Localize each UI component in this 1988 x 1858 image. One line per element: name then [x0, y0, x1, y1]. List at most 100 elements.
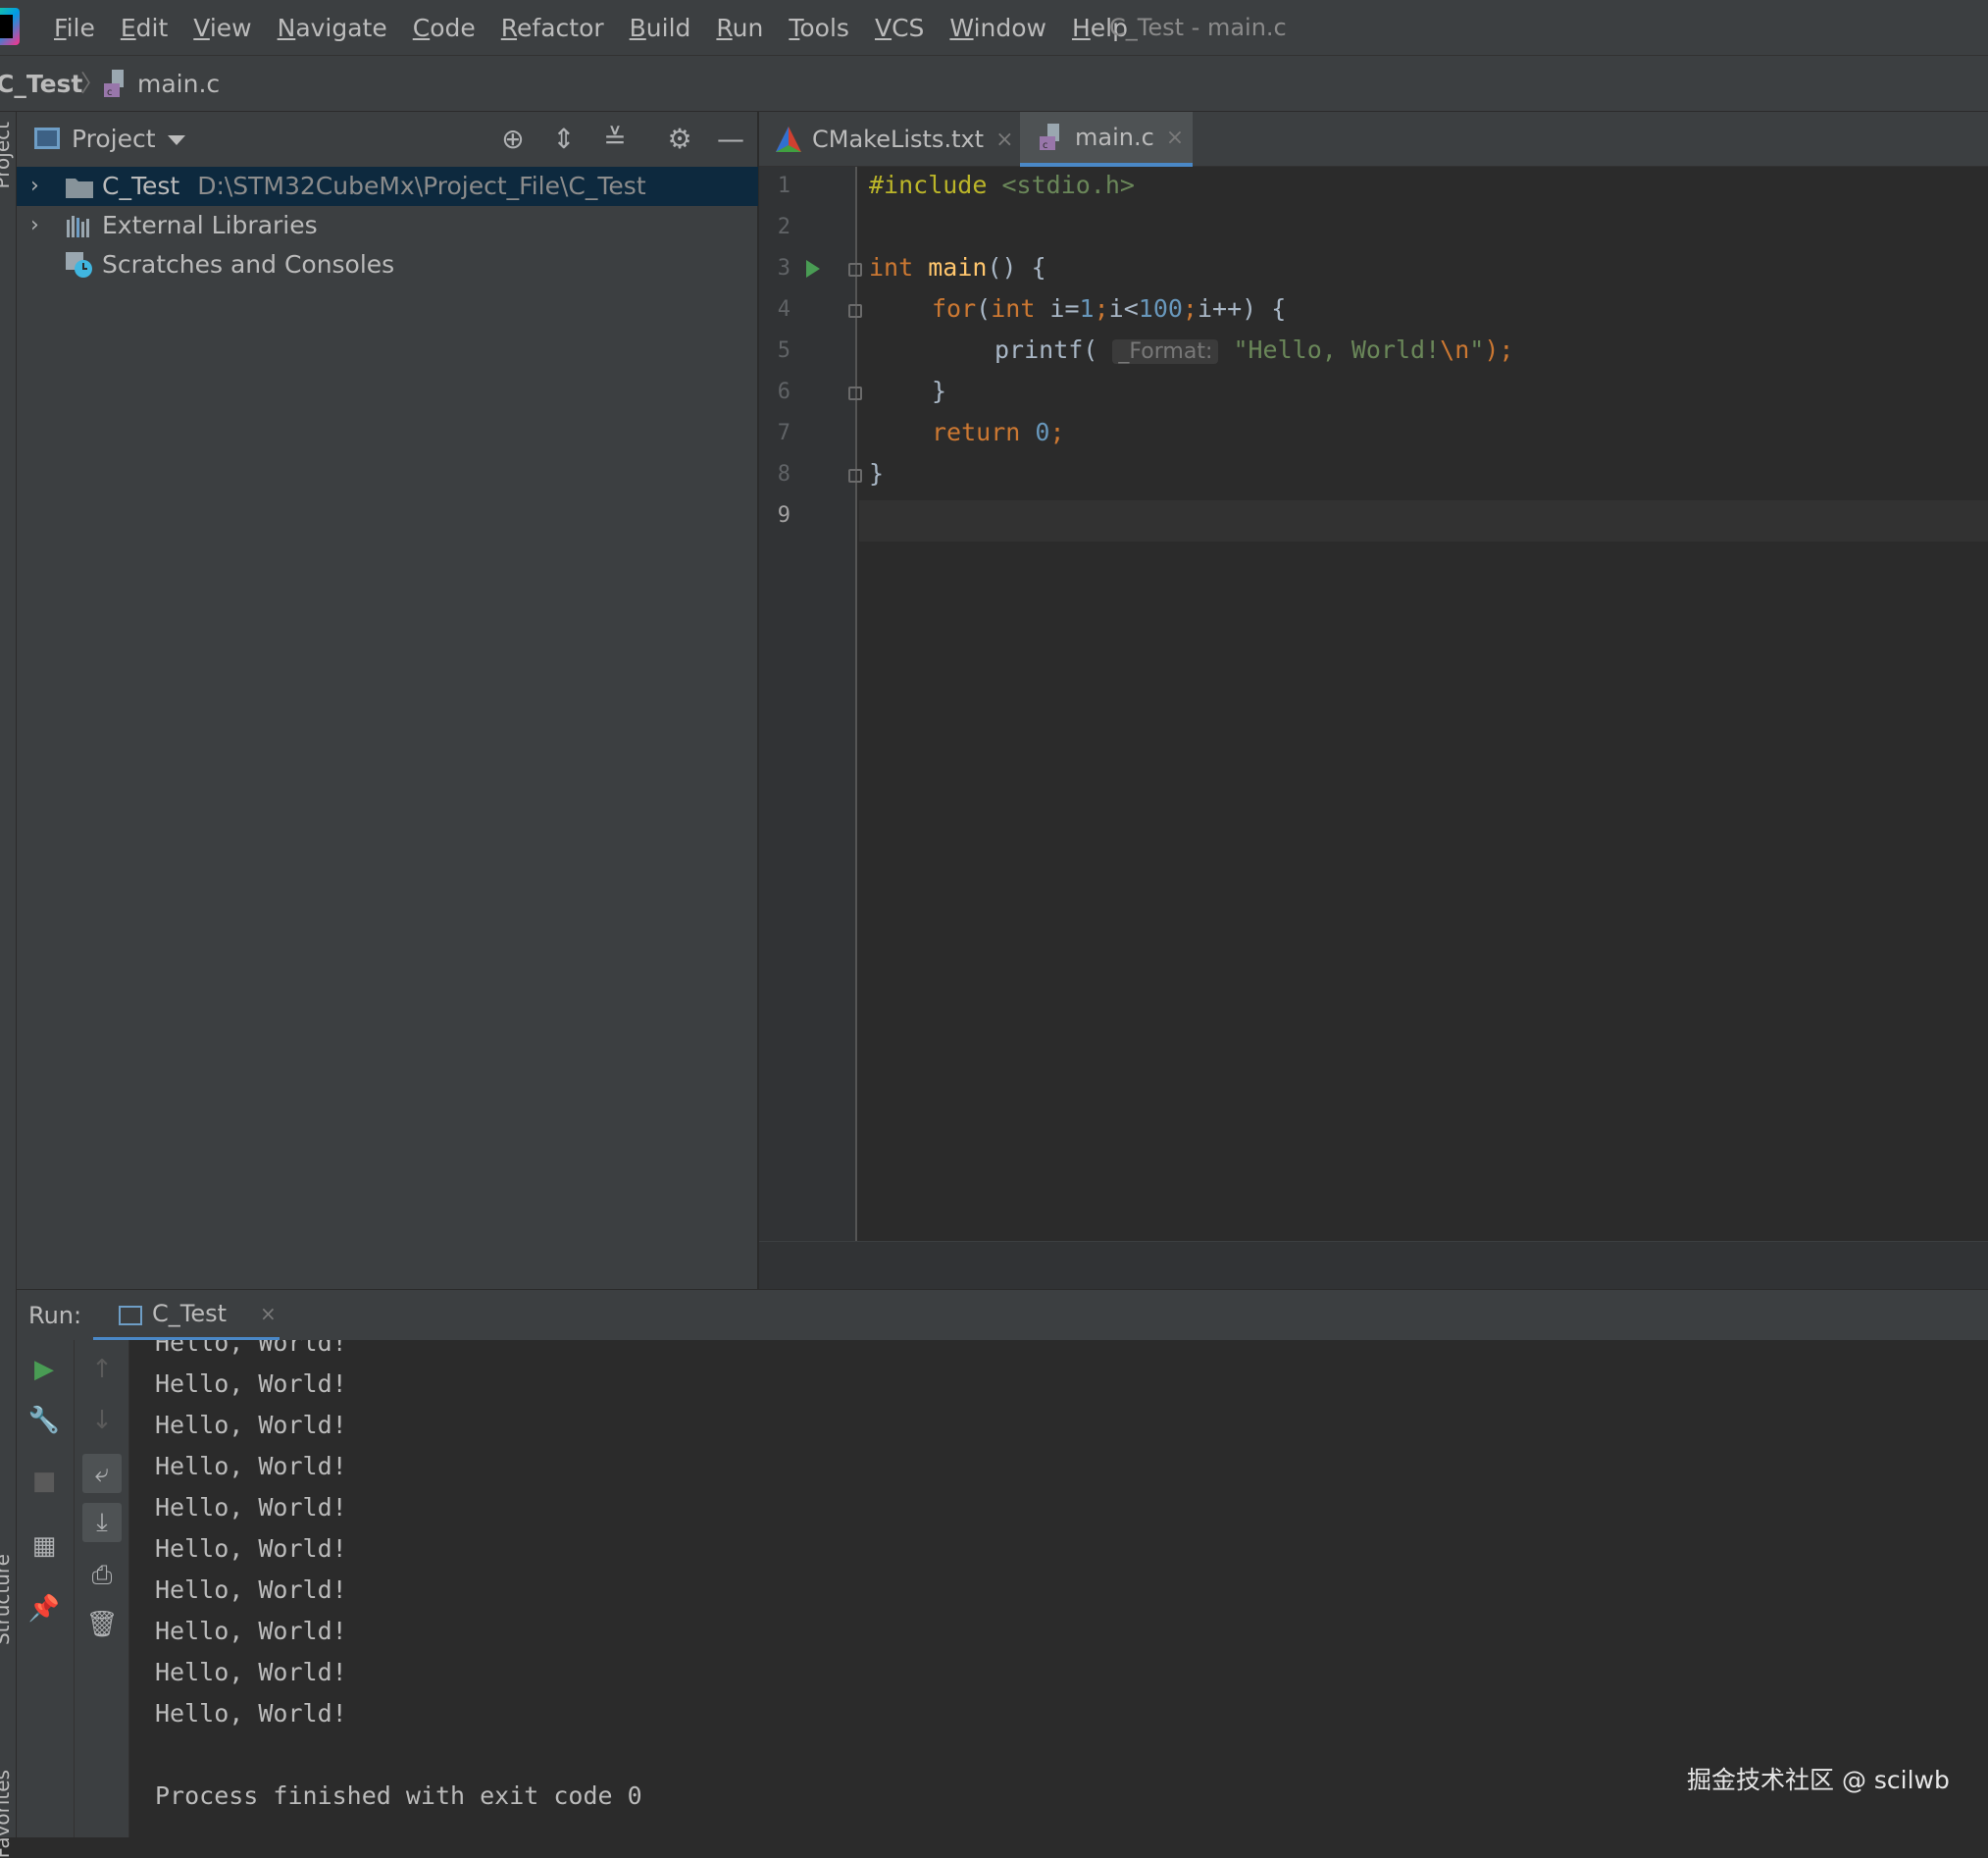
locate-icon[interactable]: ⊕ — [497, 124, 529, 155]
libraries-icon — [67, 216, 89, 237]
wrench-icon[interactable]: 🔧 — [25, 1401, 64, 1440]
menu-edit[interactable]: Edit — [108, 0, 180, 56]
menu-file[interactable]: File — [41, 0, 108, 56]
editor-gutter: 1 2 3 4 5 6 7 8 9 — [759, 167, 862, 1241]
console-line: Hello, World! — [155, 1340, 347, 1357]
tab-label: main.c — [1075, 124, 1154, 151]
scroll-to-end-icon[interactable]: ⤓ — [82, 1503, 122, 1542]
menu-window[interactable]: Window — [937, 0, 1059, 56]
console-line: Hello, World! — [155, 1452, 347, 1480]
expand-all-icon[interactable]: ⇕ — [548, 124, 580, 155]
chevron-right-icon[interactable]: › — [30, 167, 50, 206]
parameter-hint: _Format: — [1112, 339, 1219, 364]
project-view-icon — [34, 128, 60, 149]
svg-text:c: c — [107, 87, 113, 98]
scratches-icon — [66, 252, 92, 278]
code-line-8: } — [869, 459, 885, 488]
c-file-icon: c — [104, 70, 124, 98]
code-line-1: #include <stdio.h> — [869, 171, 1135, 199]
tree-item-scratches[interactable]: Scratches and Consoles — [17, 245, 758, 284]
trash-icon[interactable]: 🗑 — [82, 1605, 122, 1644]
soft-wrap-icon[interactable]: ⤶ — [82, 1454, 122, 1493]
console-icon — [119, 1306, 142, 1325]
project-panel-header: Project ⊕ ⇕ ≚ ⚙ — — [17, 112, 758, 167]
chevron-right-icon[interactable]: › — [30, 206, 50, 245]
tab-main-c[interactable]: c main.c × — [1020, 112, 1193, 167]
run-tab-label: C_Test — [152, 1300, 228, 1327]
close-icon[interactable]: × — [995, 128, 1013, 152]
tree-item-c-test[interactable]: › C_Test D:\STM32CubeMx\Project_File\C_Te… — [17, 167, 758, 206]
menu-navigate[interactable]: Navigate — [265, 0, 400, 56]
console-exit-message: Process finished with exit code 0 — [155, 1781, 642, 1810]
console-line: Hello, World! — [155, 1493, 347, 1522]
code-line-4: for(int i=1;i<100;i++) { — [932, 294, 1287, 323]
project-panel: Project ⊕ ⇕ ≚ ⚙ — › C_Test D:\STM32CubeMx… — [17, 112, 758, 1289]
run-panel-header: Run: C_Test × — [17, 1289, 1988, 1341]
code-line-5: printf( _Format: "Hello, World!\n"); — [994, 335, 1514, 364]
left-tool-strip: Project Structure Favorites — [0, 112, 17, 1858]
menu-vcs[interactable]: VCS — [862, 0, 937, 56]
tree-item-external-libraries[interactable]: › External Libraries — [17, 206, 758, 245]
watermark: 掘金技术社区 @ scilwb — [1687, 1766, 1950, 1794]
arrow-up-icon[interactable]: ↑ — [82, 1350, 122, 1389]
line-number: 5 — [777, 338, 790, 363]
svg-text:c: c — [1043, 140, 1048, 151]
console-line: Hello, World! — [155, 1534, 347, 1563]
tree-item-path: D:\STM32CubeMx\Project_File\C_Test — [197, 172, 646, 200]
menu-bar: File Edit View Navigate Code Refactor Bu… — [0, 0, 1988, 56]
run-toolbar-primary: ▶ 🔧 ■ ▦ 📌 — [17, 1340, 74, 1837]
chevron-down-icon[interactable] — [168, 135, 185, 145]
menu-build[interactable]: Build — [617, 0, 704, 56]
console-line: Hello, World! — [155, 1369, 347, 1398]
rerun-icon[interactable]: ▶ — [25, 1350, 64, 1389]
cmake-icon — [776, 127, 801, 152]
menu-view[interactable]: View — [180, 0, 264, 56]
code-editor[interactable]: 1 2 3 4 5 6 7 8 9 #include <stdio.h> int… — [759, 167, 1988, 1241]
line-number: 8 — [777, 462, 790, 487]
line-number: 3 — [777, 256, 790, 281]
line-number: 7 — [777, 421, 790, 445]
run-label: Run: — [28, 1302, 82, 1329]
gear-icon[interactable]: ⚙ — [664, 124, 695, 155]
console-line: Hello, World! — [155, 1411, 347, 1439]
breadcrumb-separator: 〉 — [80, 70, 104, 97]
pin-icon[interactable]: 📌 — [25, 1589, 64, 1628]
breadcrumb-project[interactable]: C_Test — [0, 56, 82, 112]
fold-icon[interactable] — [848, 387, 862, 400]
project-tool-window-label[interactable]: Project — [0, 122, 14, 188]
stop-icon[interactable]: ■ — [25, 1462, 64, 1501]
close-icon[interactable]: × — [260, 1290, 277, 1337]
clion-logo-icon — [0, 8, 20, 45]
layout-icon[interactable]: ▦ — [25, 1526, 64, 1566]
line-number: 6 — [777, 380, 790, 404]
console-line: Hello, World! — [155, 1575, 347, 1604]
fold-icon[interactable] — [848, 263, 862, 277]
run-gutter-icon[interactable] — [806, 260, 820, 278]
console-line: Hello, World! — [155, 1658, 347, 1686]
close-icon[interactable]: × — [1166, 126, 1184, 150]
tree-item-label: Scratches and Consoles — [102, 250, 395, 279]
menu-refactor[interactable]: Refactor — [488, 0, 617, 56]
breadcrumb-file[interactable]: main.c — [137, 56, 220, 112]
console-line: Hello, World! — [155, 1699, 347, 1728]
structure-tool-window-label[interactable]: Structure — [0, 1554, 14, 1645]
menu-run[interactable]: Run — [703, 0, 776, 56]
arrow-down-icon[interactable]: ↓ — [82, 1401, 122, 1440]
menu-code[interactable]: Code — [400, 0, 488, 56]
project-view-selector[interactable]: Project — [72, 112, 156, 167]
print-icon[interactable]: ⎙ — [82, 1556, 122, 1595]
tab-label: CMakeLists.txt — [812, 126, 985, 153]
collapse-all-icon[interactable]: ≚ — [599, 124, 631, 155]
run-tab[interactable]: C_Test × — [93, 1290, 280, 1341]
fold-icon[interactable] — [848, 304, 862, 318]
current-line-highlight — [859, 500, 1988, 542]
project-tree: › C_Test D:\STM32CubeMx\Project_File\C_Te… — [17, 167, 758, 284]
minimize-icon[interactable]: — — [715, 124, 746, 155]
code-line-3: int main() { — [869, 253, 1046, 282]
tab-cmakelists[interactable]: CMakeLists.txt × — [775, 112, 1022, 167]
fold-icon[interactable] — [848, 469, 862, 483]
menu-tools[interactable]: Tools — [776, 0, 862, 56]
run-toolbar-secondary: ↑ ↓ ⤶ ⤓ ⎙ 🗑 — [74, 1340, 129, 1837]
favorites-tool-window-label[interactable]: Favorites — [0, 1770, 14, 1858]
line-number: 2 — [777, 215, 790, 239]
